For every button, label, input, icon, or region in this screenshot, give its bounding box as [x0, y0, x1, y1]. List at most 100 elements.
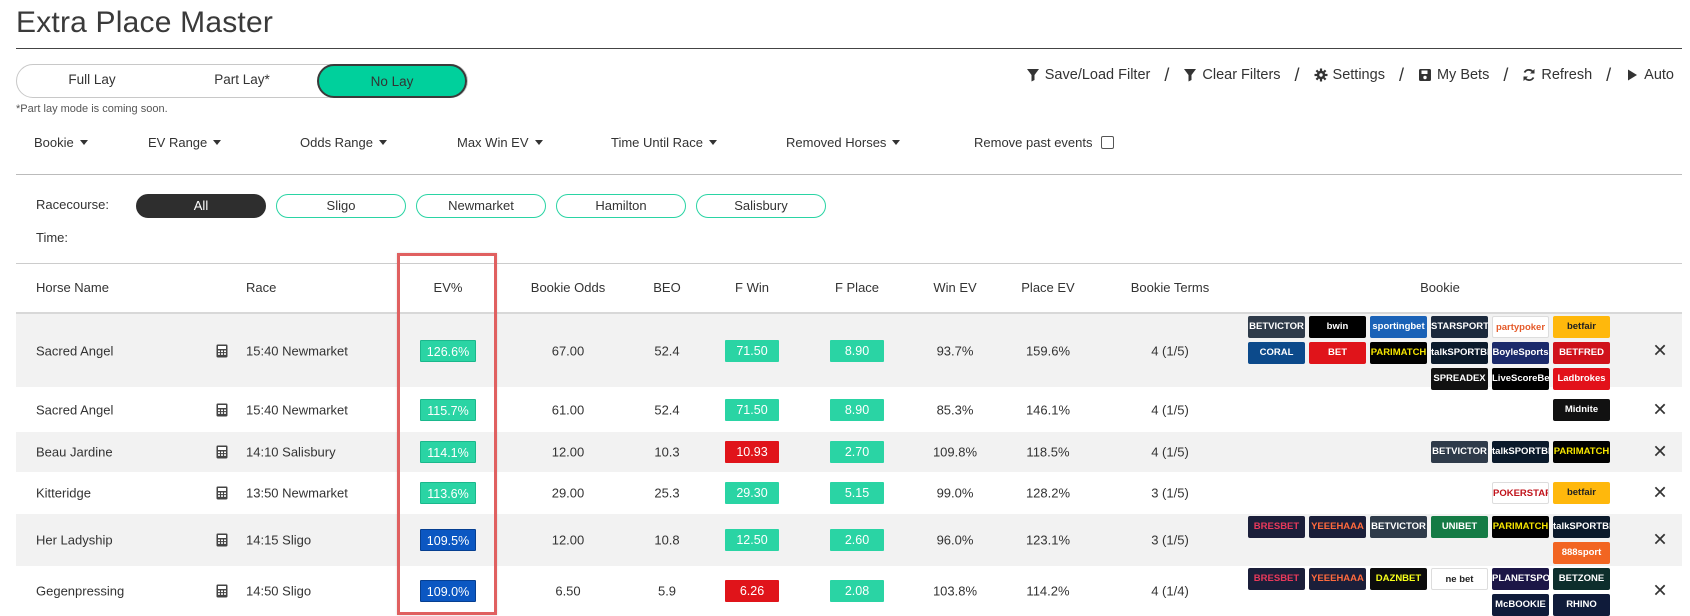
bookie-logo-row: BRESBETYEEEHAAADAZNBETne betPLANETSPORTB… — [1248, 568, 1610, 590]
column-bookie[interactable]: Bookie — [1420, 280, 1460, 295]
calculator-icon[interactable] — [216, 344, 228, 358]
column-beo[interactable]: BEO — [653, 280, 680, 295]
play-icon — [1628, 69, 1638, 81]
bookie-logo[interactable]: talkSPORTBET — [1492, 441, 1549, 463]
bookie-logo[interactable]: BET — [1309, 342, 1366, 364]
refresh-button[interactable]: Refresh — [1522, 67, 1592, 83]
toolbar-separator: / — [1503, 64, 1509, 85]
bookie-logo[interactable]: McBOOKIE — [1492, 594, 1549, 616]
calculator-icon[interactable] — [216, 584, 228, 598]
bookie-logo[interactable]: Midnite — [1553, 398, 1610, 421]
ev-range-filter-dropdown[interactable]: EV Range — [148, 135, 222, 150]
column-bookie-odds[interactable]: Bookie Odds — [531, 280, 605, 295]
bookie-logo[interactable]: PLANETSPORTBET — [1492, 568, 1549, 590]
column-race[interactable]: Race — [246, 280, 276, 295]
save-icon — [1418, 69, 1431, 81]
table-row: Her Ladyship 14:15 Sligo 109.5% 12.00 10.8 12… — [16, 514, 1682, 566]
remove-row-icon[interactable]: ✕ — [1652, 483, 1667, 504]
racecourse-pill-sligo[interactable]: Sligo — [276, 194, 406, 218]
mode-part-lay-button[interactable]: Part Lay* — [167, 64, 317, 98]
bookie-logo[interactable]: PARIMATCH — [1370, 342, 1427, 364]
bookie-logo[interactable]: BETVICTOR — [1248, 316, 1305, 338]
bookie-logo[interactable]: ne bet — [1431, 568, 1488, 590]
bookie-logo[interactable]: STARSPORTS — [1431, 316, 1488, 338]
bookie-logo[interactable]: PARIMATCH — [1553, 441, 1610, 463]
racecourse-pill-hamilton[interactable]: Hamilton — [556, 194, 686, 218]
bookie-logo[interactable]: bwin — [1309, 316, 1366, 338]
bookie-logo[interactable]: sportingbet — [1370, 316, 1427, 338]
bookie-logo[interactable]: POKERSTARS — [1492, 482, 1549, 504]
racecourse-pill-all[interactable]: All — [136, 194, 266, 218]
horse-name: Gegenpressing — [36, 583, 125, 599]
bookie-logo[interactable]: BRESBET — [1248, 568, 1305, 590]
bookie-logo[interactable]: RHINO — [1553, 594, 1610, 616]
remove-row-icon[interactable]: ✕ — [1652, 581, 1667, 602]
horse-name: Sacred Angel — [36, 343, 114, 358]
max-win-ev-filter-dropdown[interactable]: Max Win EV — [457, 135, 543, 150]
calculator-icon[interactable] — [216, 533, 228, 547]
f-place-badge: 8.90 — [830, 398, 884, 421]
caret-down-icon — [79, 140, 88, 145]
f-win-badge: 12.50 — [725, 529, 779, 551]
remove-past-events-checkbox[interactable] — [1100, 136, 1114, 149]
racecourse-pill-newmarket[interactable]: Newmarket — [416, 194, 546, 218]
remove-row-icon[interactable]: ✕ — [1652, 530, 1667, 551]
bookie-terms: 4 (1/4) — [1151, 583, 1189, 599]
bookie-logo[interactable]: talkSPORTBET — [1431, 342, 1488, 364]
column-f-win[interactable]: F Win — [735, 280, 769, 295]
bookie-logo[interactable]: BETVICTOR — [1370, 516, 1427, 538]
calculator-icon[interactable] — [216, 403, 228, 417]
caret-down-icon — [708, 140, 717, 145]
f-win-badge: 10.93 — [725, 441, 779, 463]
beo-value: 52.4 — [654, 402, 680, 417]
remove-row-icon[interactable]: ✕ — [1652, 399, 1667, 420]
bookie-terms: 4 (1/5) — [1151, 402, 1189, 417]
calculator-icon[interactable] — [216, 445, 228, 459]
bookie-logo[interactable]: BETZONE — [1553, 568, 1610, 590]
column-bookie-terms[interactable]: Bookie Terms — [1131, 280, 1210, 295]
beo-value: 5.9 — [657, 583, 677, 599]
odds-range-filter-dropdown[interactable]: Odds Range — [300, 135, 387, 150]
column-f-place[interactable]: F Place — [835, 280, 879, 295]
f-place-badge: 2.60 — [830, 529, 884, 551]
race-name: 13:50 Newmarket — [246, 485, 348, 501]
remove-row-icon[interactable]: ✕ — [1652, 340, 1667, 361]
column-win-ev[interactable]: Win EV — [933, 280, 976, 295]
mode-full-lay-button[interactable]: Full Lay — [17, 64, 167, 98]
bookie-logo[interactable]: BETFRED — [1553, 342, 1610, 364]
bookie-logo[interactable]: DAZNBET — [1370, 568, 1427, 590]
column-place-ev[interactable]: Place EV — [1021, 280, 1074, 295]
bookie-logo[interactable]: BETVICTOR — [1431, 441, 1488, 463]
removed-horses-filter-dropdown[interactable]: Removed Horses — [786, 135, 901, 150]
bookie-filter-dropdown[interactable]: Bookie — [34, 135, 88, 150]
bookie-logo[interactable]: YEEEHAAA — [1309, 568, 1366, 590]
bookie-logo[interactable]: betfair — [1553, 316, 1610, 338]
racecourse-pill-salisbury[interactable]: Salisbury — [696, 194, 826, 218]
remove-row-icon[interactable]: ✕ — [1652, 442, 1667, 463]
bookie-logo[interactable]: talkSPORTBET — [1553, 516, 1610, 538]
settings-button[interactable]: Settings — [1314, 67, 1385, 83]
horse-name: Sacred Angel — [36, 402, 114, 417]
bookie-logo[interactable]: PARIMATCH — [1492, 516, 1549, 538]
my-bets-button[interactable]: My Bets — [1418, 67, 1489, 83]
column-horse-name[interactable]: Horse Name — [36, 280, 109, 295]
bookie-logo[interactable]: YEEEHAAA — [1309, 516, 1366, 538]
bookie-logo[interactable]: UNIBET — [1431, 516, 1488, 538]
mode-no-lay-button[interactable]: No Lay — [317, 64, 467, 98]
clear-filters-button[interactable]: Clear Filters — [1183, 67, 1281, 83]
bookie-logo[interactable]: partypoker — [1492, 316, 1549, 338]
bookie-logo[interactable]: betfair — [1553, 482, 1610, 504]
column-ev-percent[interactable]: EV% — [434, 280, 463, 295]
bookie-logo[interactable]: BRESBET — [1248, 516, 1305, 538]
save-load-filter-button[interactable]: Save/Load Filter — [1026, 67, 1150, 83]
bookie-logo[interactable]: CORAL — [1248, 342, 1305, 364]
bookie-logo[interactable]: BoyleSports — [1492, 342, 1549, 364]
calculator-icon[interactable] — [216, 486, 228, 500]
remove-past-events-toggle[interactable]: Remove past events — [974, 135, 1114, 150]
lay-mode-toggle: Full Lay Part Lay* No Lay — [16, 64, 468, 98]
time-until-race-filter-dropdown[interactable]: Time Until Race — [611, 135, 717, 150]
f-win-badge: 6.26 — [725, 580, 779, 602]
auto-button[interactable]: Auto — [1625, 67, 1674, 83]
ev-percent-badge: 114.1% — [420, 441, 476, 463]
bookie-logo[interactable]: 888sport — [1553, 542, 1610, 564]
